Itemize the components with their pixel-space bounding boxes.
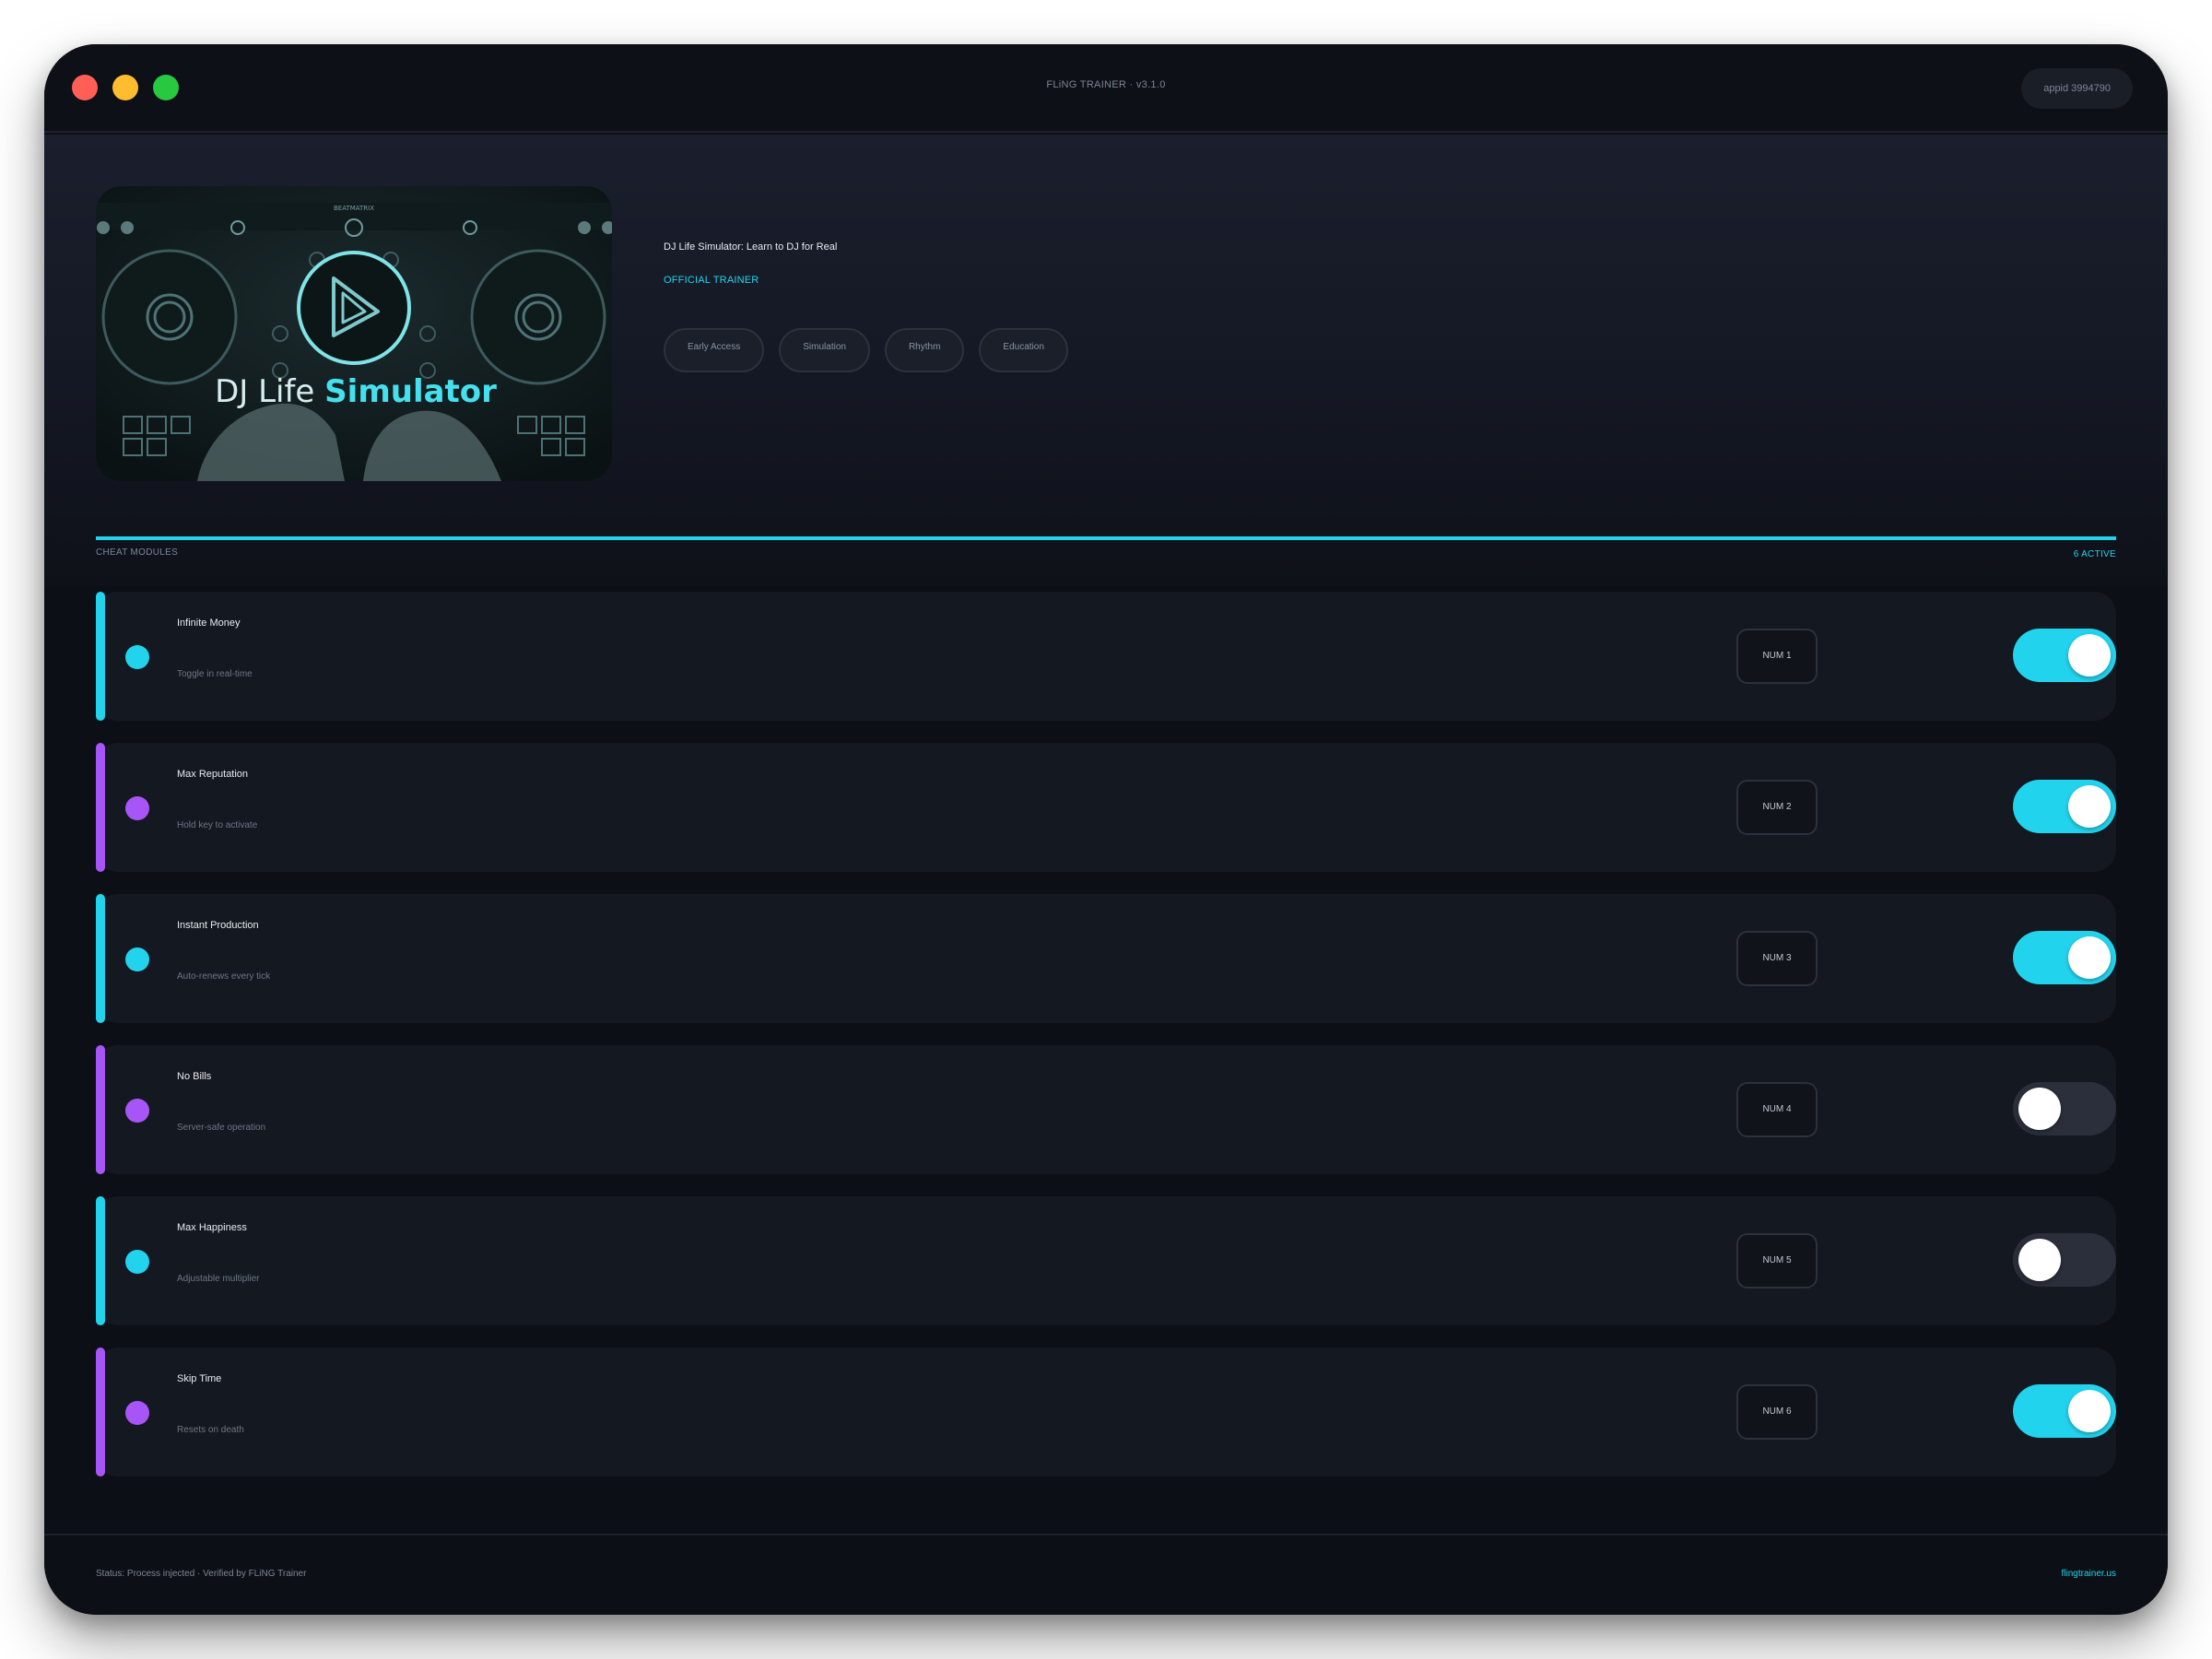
toggle-knob [2018, 1088, 2061, 1130]
window-title: FLiNG TRAINER · v3.1.0 [1046, 79, 1166, 90]
cheat-row: Skip Time Resets on death NUM 6 [96, 1347, 2116, 1477]
cheat-row: Instant Production Auto-renews every tic… [96, 894, 2116, 1023]
row-accent-bar [96, 592, 105, 721]
website-link[interactable]: flingtrainer.us [2062, 1569, 2116, 1579]
cheat-name: Infinite Money [177, 618, 241, 629]
toggle-knob [2068, 785, 2111, 828]
cheat-description: Hold key to activate [177, 820, 258, 830]
tag-rhythm[interactable]: Rhythm [884, 328, 965, 372]
hotkey-button[interactable]: NUM 2 [1736, 780, 1818, 835]
official-trainer-badge: OFFICIAL TRAINER [664, 275, 759, 286]
row-accent-bar [96, 1196, 105, 1325]
tag-education[interactable]: Education [979, 328, 1068, 372]
cheat-toggle[interactable] [2013, 931, 2116, 984]
toggle-knob [2068, 1390, 2111, 1432]
hotkey-button[interactable]: NUM 1 [1736, 629, 1818, 684]
toggle-knob [2018, 1239, 2061, 1281]
row-accent-bar [96, 743, 105, 872]
title-bar: FLiNG TRAINER · v3.1.0 appid 3994790 [44, 44, 2168, 133]
row-accent-bar [96, 1347, 105, 1477]
hotkey-button[interactable]: NUM 4 [1736, 1082, 1818, 1137]
cover-brand: BEATMATRIX [334, 205, 374, 212]
toggle-knob [2068, 936, 2111, 979]
cheat-row: Max Reputation Hold key to activate NUM … [96, 743, 2116, 872]
status-indicator-dot [125, 1099, 149, 1123]
cheat-row: Max Happiness Adjustable multiplier NUM … [96, 1196, 2116, 1325]
appid-badge: appid 3994790 [2021, 68, 2133, 109]
cheat-name: No Bills [177, 1071, 212, 1082]
cheat-toggle[interactable] [2013, 1384, 2116, 1438]
game-header: DJ Life Simulator BEATMATRIX DJ Life Sim… [44, 135, 2168, 586]
cheat-description: Server-safe operation [177, 1123, 266, 1133]
row-accent-bar [96, 1045, 105, 1174]
cheat-toggle[interactable] [2013, 1082, 2116, 1135]
tag-simulation[interactable]: Simulation [779, 328, 870, 372]
status-indicator-dot [125, 1250, 149, 1274]
hotkey-button[interactable]: NUM 6 [1736, 1384, 1818, 1440]
tag-early-access[interactable]: Early Access [664, 328, 765, 372]
cover-title: DJ Life Simulator [215, 373, 497, 410]
section-divider [96, 536, 2116, 540]
active-count: 6 ACTIVE [2073, 549, 2116, 559]
section-label: CHEAT MODULES [96, 547, 179, 558]
status-indicator-dot [125, 1401, 149, 1425]
game-cover-image: DJ Life Simulator BEATMATRIX [96, 186, 612, 481]
genre-tags: Early Access Simulation Rhythm Education [664, 328, 1068, 372]
cheat-name: Max Reputation [177, 769, 249, 780]
toggle-knob [2068, 634, 2111, 677]
cheat-description: Resets on death [177, 1425, 244, 1435]
cheat-row: No Bills Server-safe operation NUM 4 [96, 1045, 2116, 1174]
trainer-window: FLiNG TRAINER · v3.1.0 appid 3994790 DJ … [44, 44, 2168, 1615]
status-indicator-dot [125, 796, 149, 820]
hotkey-button[interactable]: NUM 3 [1736, 931, 1818, 986]
cheat-name: Instant Production [177, 920, 259, 931]
hotkey-button[interactable]: NUM 5 [1736, 1233, 1818, 1288]
status-text: Status: Process injected · Verified by F… [96, 1569, 307, 1579]
cheat-module-list: Infinite Money Toggle in real-time NUM 1… [96, 592, 2116, 1499]
cheat-description: Auto-renews every tick [177, 971, 271, 982]
cheat-toggle[interactable] [2013, 629, 2116, 682]
status-indicator-dot [125, 947, 149, 971]
cheat-name: Skip Time [177, 1373, 222, 1384]
status-indicator-dot [125, 645, 149, 669]
game-title: DJ Life Simulator: Learn to DJ for Real [664, 241, 838, 253]
status-footer: Status: Process injected · Verified by F… [44, 1534, 2168, 1615]
cheat-toggle[interactable] [2013, 780, 2116, 833]
cheat-description: Toggle in real-time [177, 669, 253, 679]
cheat-toggle[interactable] [2013, 1233, 2116, 1287]
row-accent-bar [96, 894, 105, 1023]
cheat-name: Max Happiness [177, 1222, 247, 1233]
cheat-description: Adjustable multiplier [177, 1274, 260, 1284]
cheat-row: Infinite Money Toggle in real-time NUM 1 [96, 592, 2116, 721]
